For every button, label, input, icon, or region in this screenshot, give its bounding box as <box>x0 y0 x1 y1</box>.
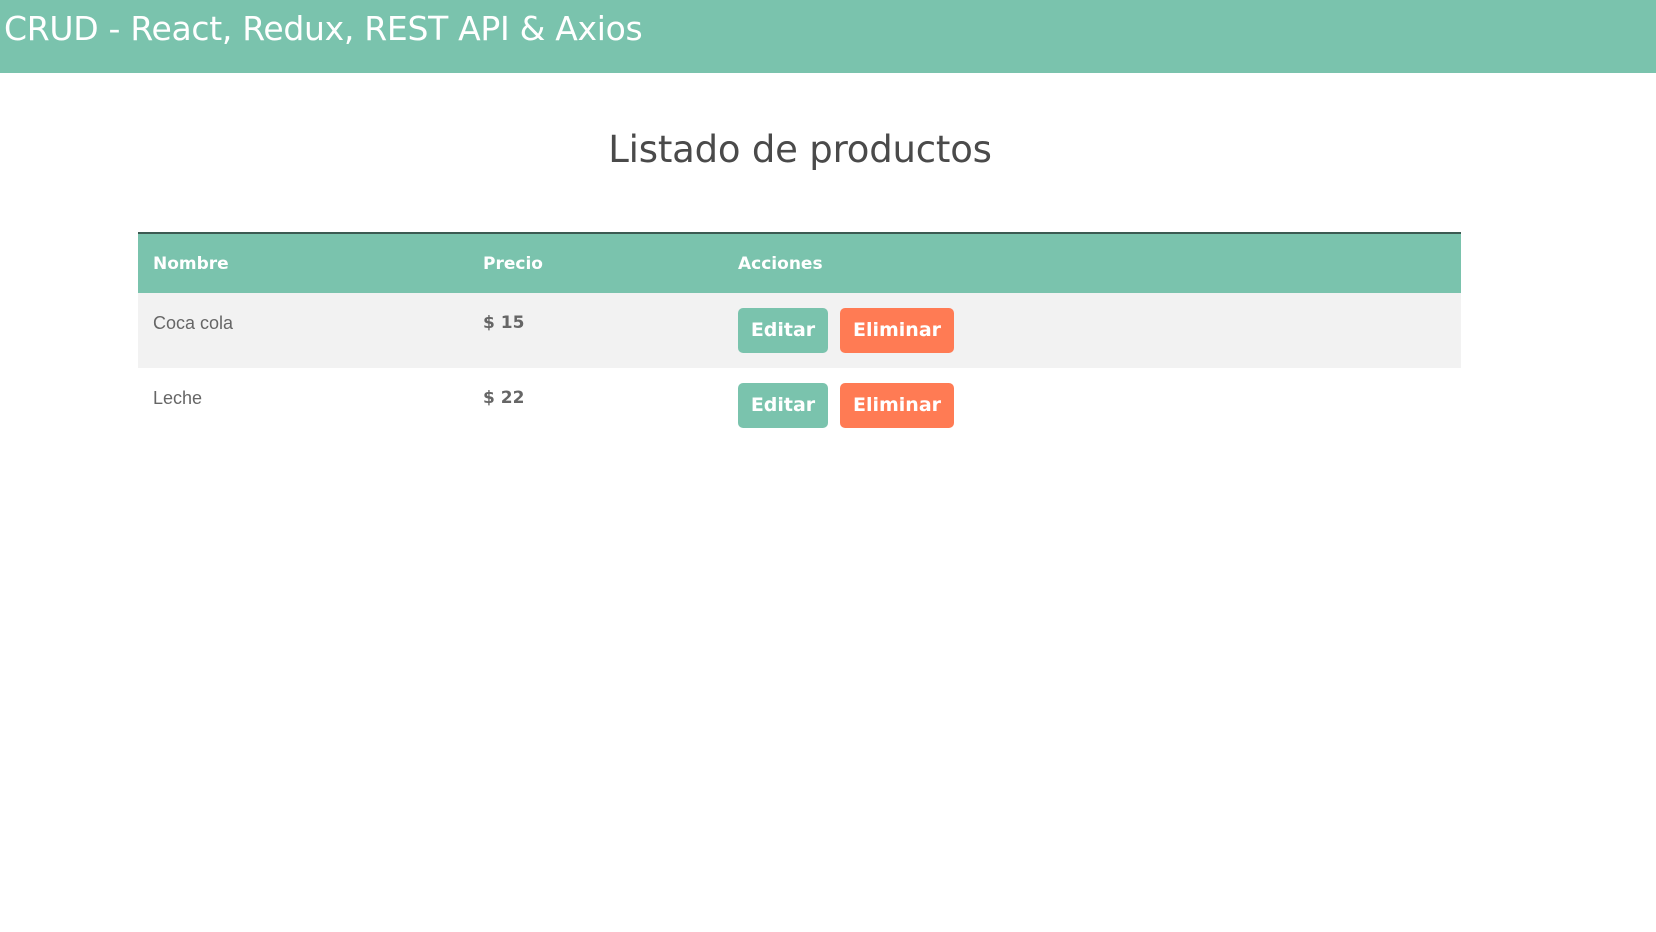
column-header-nombre: Nombre <box>153 253 229 274</box>
products-table: Nombre Precio Acciones Coca cola $ 15 Ed… <box>138 232 1461 443</box>
delete-button[interactable]: Eliminar <box>840 383 955 428</box>
product-name: Leche <box>153 388 203 408</box>
product-price: $ 15 <box>483 313 525 333</box>
edit-button[interactable]: Editar <box>738 308 828 353</box>
app-title: CRUD - React, Redux, REST API & Axios <box>4 9 643 48</box>
product-actions: Editar Eliminar <box>723 368 1461 443</box>
edit-button[interactable]: Editar <box>738 383 828 428</box>
delete-button[interactable]: Eliminar <box>840 308 955 353</box>
product-actions: Editar Eliminar <box>723 293 1461 368</box>
product-price: $ 22 <box>483 388 525 408</box>
product-name: Coca cola <box>153 313 234 333</box>
table-row: Leche $ 22 Editar Eliminar <box>138 368 1461 443</box>
column-header-acciones: Acciones <box>738 253 823 274</box>
table-row: Coca cola $ 15 Editar Eliminar <box>138 293 1461 368</box>
table-header-row: Nombre Precio Acciones <box>138 233 1461 293</box>
column-header-precio: Precio <box>483 253 543 274</box>
app-header: CRUD - React, Redux, REST API & Axios <box>0 0 1656 73</box>
page-title: Listado de productos <box>608 128 992 171</box>
